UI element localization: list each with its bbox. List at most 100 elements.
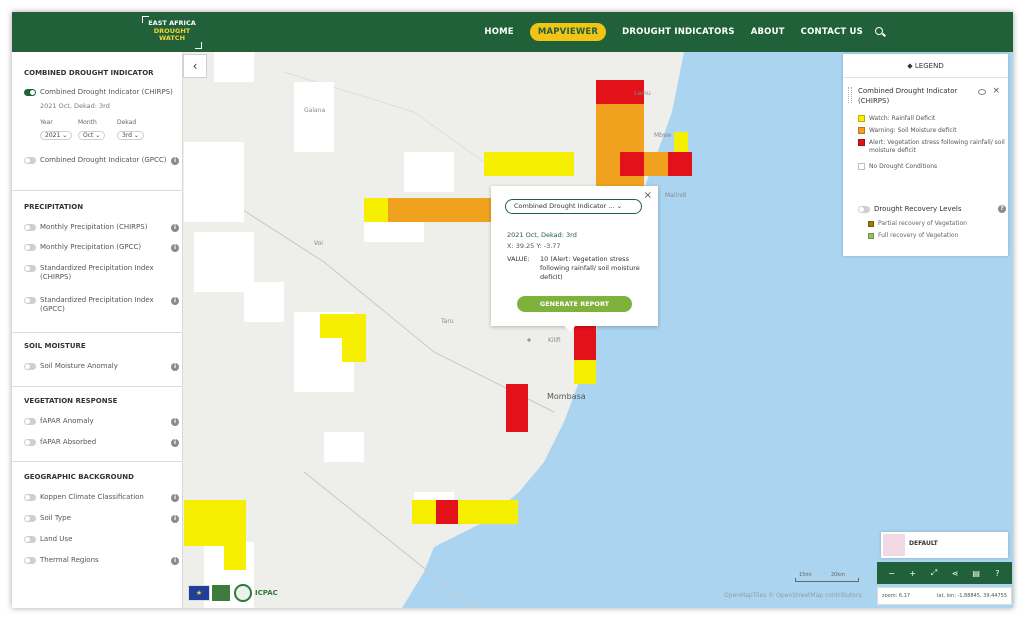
info-icon[interactable]: i (171, 418, 179, 426)
legend-panel: ◆ LEGEND Combined Drought Indicator (CHI… (843, 54, 1008, 256)
layer-date: 2021 Oct, Dekad: 3rd (40, 102, 110, 110)
place-label: Malindi (665, 192, 687, 199)
place-label: Lamu (634, 90, 651, 97)
icpac-logo-icon (234, 584, 252, 602)
info-icon[interactable]: i (171, 494, 179, 502)
month-label: Month (78, 119, 97, 126)
help-icon[interactable]: ? (990, 569, 1004, 578)
dekad-select[interactable]: 3rd ⌄ (117, 131, 144, 140)
section-title: PRECIPITATION (24, 203, 84, 211)
layer-monthly-precip-chirps[interactable]: Monthly Precipitation (CHIRPS) i (24, 223, 179, 232)
legend-item-alert: Alert: Vegetation stress following rainf… (858, 139, 1006, 155)
info-icon[interactable]: i (171, 557, 179, 565)
place-label: Taru (441, 318, 454, 325)
swatch (868, 232, 874, 239)
layer-toggle[interactable] (24, 515, 36, 522)
search-icon[interactable] (875, 27, 885, 37)
partner-logos: ★ ICPAC (188, 580, 278, 606)
popup-layer-select[interactable]: Combined Drought Indicator ... ⌄ (505, 199, 642, 214)
year-label: Year (40, 119, 53, 126)
collapse-sidebar-button[interactable]: ‹ (183, 54, 207, 78)
share-icon[interactable]: ⋖ (948, 569, 962, 578)
layer-toggle[interactable] (24, 89, 36, 96)
print-icon[interactable]: ▤ (969, 569, 983, 578)
layer-toggle[interactable] (24, 536, 36, 543)
layer-spi-gpcc[interactable]: Standardized Precipitation Index (GPCC) … (24, 296, 179, 314)
place-label: Kilifi (548, 337, 561, 344)
scale-bar: 15mi 20km (795, 572, 859, 582)
info-icon[interactable]: i (171, 439, 179, 447)
info-icon[interactable]: i (171, 515, 179, 523)
layer-toggle[interactable] (24, 224, 36, 231)
layer-toggle[interactable] (24, 157, 36, 164)
layer-soil-moisture[interactable]: Soil Moisture Anomaly i (24, 362, 179, 371)
main-nav: HOME MAPVIEWER DROUGHT INDICATORS ABOUT … (468, 12, 885, 52)
layer-sidebar: COMBINED DROUGHT INDICATOR Combined Drou… (12, 52, 183, 608)
popup-value: 10 (Alert: Vegetation stress following r… (540, 255, 640, 281)
info-icon[interactable]: ? (998, 205, 1006, 213)
drag-handle-icon[interactable] (848, 87, 852, 103)
zoom-out-icon[interactable]: − (885, 569, 899, 578)
layer-toggle[interactable] (24, 363, 36, 370)
layer-toggle[interactable] (24, 418, 36, 425)
nav-mapviewer[interactable]: MAPVIEWER (529, 23, 607, 41)
swatch (868, 220, 874, 227)
nav-contact-us[interactable]: CONTACT US (801, 27, 863, 37)
map-toolbar: − + ⤢ ⋖ ▤ ? (877, 562, 1012, 584)
legend-item-full: Full recovery of Vegetation (868, 232, 958, 239)
layer-land-use[interactable]: Land Use (24, 535, 179, 544)
layer-toggle[interactable] (24, 557, 36, 564)
info-icon[interactable]: i (171, 157, 179, 165)
fullscreen-icon[interactable]: ⤢ (927, 568, 941, 578)
layer-spi-chirps[interactable]: Standardized Precipitation Index (CHIRPS… (24, 264, 179, 282)
swatch (858, 139, 865, 146)
layer-soil-type[interactable]: Soil Type i (24, 514, 179, 523)
layer-fapar-absorbed[interactable]: fAPAR Absorbed i (24, 438, 179, 447)
layer-cdi-gpcc[interactable]: Combined Drought Indicator (GPCC) i (24, 156, 179, 165)
nav-drought-indicators[interactable]: DROUGHT INDICATORS (622, 27, 735, 37)
app-window: EAST AFRICA DROUGHT WATCH HOME MAPVIEWER… (12, 12, 1013, 608)
legend-header[interactable]: ◆ LEGEND (843, 54, 1008, 78)
nav-about[interactable]: ABOUT (751, 27, 785, 37)
layer-toggle[interactable] (24, 265, 36, 272)
close-icon[interactable]: × (644, 190, 652, 201)
basemap-switcher[interactable]: DEFAULT (881, 532, 1008, 558)
swatch (858, 127, 865, 134)
map-attribution[interactable]: OpenMapTiles © OpenStreetMap contributor… (724, 592, 861, 599)
layer-toggle[interactable] (24, 297, 36, 304)
popup-value-label: VALUE: (507, 255, 530, 263)
layer-toggle[interactable] (24, 494, 36, 501)
close-icon[interactable]: × (992, 86, 1000, 96)
legend-item-watch: Watch: Rainfall Deficit (858, 115, 1006, 123)
info-icon[interactable]: i (171, 244, 179, 252)
layer-toggle[interactable] (858, 205, 870, 213)
legend-item-partial: Partial recovery of Vegetation (868, 220, 967, 227)
divider (12, 386, 183, 387)
feature-popup: Combined Drought Indicator ... ⌄ × 2021 … (491, 186, 658, 332)
site-logo[interactable]: EAST AFRICA DROUGHT WATCH (142, 16, 202, 49)
year-select[interactable]: 2021 ⌄ (40, 131, 73, 140)
eu-flag-icon: ★ (188, 585, 210, 601)
nav-home[interactable]: HOME (484, 27, 513, 37)
generate-report-button[interactable]: GENERATE REPORT (517, 296, 632, 312)
info-icon[interactable]: i (171, 297, 179, 305)
layer-toggle[interactable] (24, 439, 36, 446)
place-label: Galana (304, 107, 326, 114)
layer-cdi-chirps[interactable]: Combined Drought Indicator (CHIRPS) (24, 88, 179, 97)
section-title: VEGETATION RESPONSE (24, 397, 118, 405)
layer-fapar-anomaly[interactable]: fAPAR Anomaly i (24, 417, 179, 426)
layer-koppen[interactable]: Koppen Climate Classification i (24, 493, 179, 502)
legend-item-no-drought: No Drought Conditions (858, 163, 1006, 171)
latlon-readout: lat, lon: -1.88845, 39.44755 (937, 593, 1007, 599)
month-select[interactable]: Oct ⌄ (78, 131, 106, 140)
legend-item-warning: Warning: Soil Moisture deficit (858, 127, 1006, 135)
layer-thermal-regions[interactable]: Thermal Regions i (24, 556, 179, 565)
info-icon[interactable]: i (171, 363, 179, 371)
info-icon[interactable]: i (171, 224, 179, 232)
opacity-icon[interactable] (978, 89, 986, 95)
zoom-in-icon[interactable]: + (906, 569, 920, 578)
layer-monthly-precip-gpcc[interactable]: Monthly Precipitation (GPCC) i (24, 243, 179, 252)
legend-recovery-toggle[interactable]: Drought Recovery Levels ? (858, 204, 1006, 213)
popup-coordinates: X: 39.25 Y: -3.77 (507, 242, 561, 250)
layer-toggle[interactable] (24, 244, 36, 251)
